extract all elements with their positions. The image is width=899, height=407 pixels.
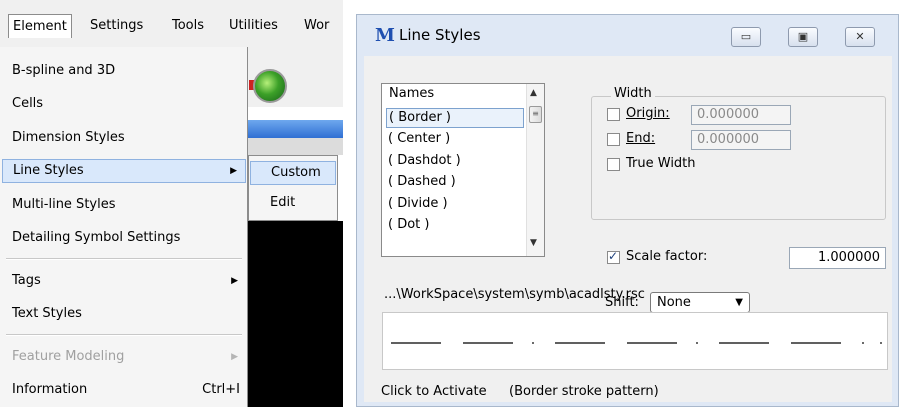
scroll-thumb[interactable]: ≡ — [529, 106, 542, 123]
menu-item-dimension-styles[interactable]: Dimension Styles — [2, 126, 246, 150]
list-item[interactable]: ( Dashed ) — [386, 172, 524, 192]
background-panel — [248, 138, 343, 155]
menu-item-information[interactable]: Information Ctrl+I — [2, 378, 246, 402]
scroll-up-icon[interactable]: ▲ — [530, 88, 537, 98]
submenu-arrow-icon: ▶ — [231, 352, 238, 362]
dropdown-arrow-icon: ▼ — [735, 297, 743, 308]
background-view-area — [248, 221, 343, 407]
dialog-title: Line Styles — [399, 26, 481, 44]
scale-factor-label: Scale factor: — [626, 249, 708, 264]
menu-item-detailing-symbol-settings[interactable]: Detailing Symbol Settings — [2, 226, 246, 250]
end-field[interactable]: 0.000000 — [691, 130, 791, 150]
submenu-item-custom[interactable]: Custom — [250, 161, 336, 185]
origin-checkbox[interactable] — [607, 108, 620, 121]
line-styles-dialog: M Line Styles ▭ ▣ ✕ Names ( Border ) ( C… — [356, 14, 899, 407]
names-listbox[interactable]: Names ( Border ) ( Center ) ( Dashdot ) … — [381, 83, 545, 257]
submenu-arrow-icon: ▶ — [230, 166, 237, 176]
menu-item-cells[interactable]: Cells — [2, 92, 246, 116]
menu-separator — [6, 334, 242, 336]
menu-element[interactable]: Element — [8, 14, 72, 38]
menu-item-feature-modeling: Feature Modeling ▶ — [2, 345, 246, 369]
microstation-app-icon: M — [375, 25, 395, 46]
list-item[interactable]: ( Center ) — [386, 129, 524, 149]
list-item[interactable]: ( Divide ) — [386, 194, 524, 214]
list-item[interactable]: ( Dashdot ) — [386, 151, 524, 171]
dialog-titlebar[interactable]: M Line Styles ▭ ▣ ✕ — [357, 15, 898, 55]
scale-factor-field[interactable]: 1.000000 — [789, 247, 886, 269]
scale-factor-checkbox[interactable] — [607, 249, 620, 264]
origin-label: Origin: — [626, 106, 670, 121]
status-description: (Border stroke pattern) — [509, 384, 659, 399]
end-checkbox[interactable] — [607, 133, 620, 146]
menu-item-bspline-3d[interactable]: B-spline and 3D — [2, 59, 246, 83]
list-item[interactable]: ( Border ) — [386, 108, 524, 128]
status-label: Click to Activate — [381, 384, 487, 399]
menu-item-line-styles[interactable]: Line Styles ▶ — [2, 159, 246, 183]
names-header: Names — [389, 86, 435, 101]
list-item[interactable]: ( Dot ) — [386, 215, 524, 235]
scroll-down-icon[interactable]: ▼ — [530, 238, 537, 248]
dialog-body: Names ( Border ) ( Center ) ( Dashdot ) … — [364, 56, 892, 402]
minimize-button[interactable]: ▭ — [731, 27, 761, 47]
background-titlebar — [248, 120, 343, 138]
true-width-label: True Width — [626, 156, 696, 171]
element-dropdown-menu: B-spline and 3D Cells Dimension Styles L… — [0, 47, 248, 407]
shortcut-label: Ctrl+I — [202, 382, 240, 397]
menubar: Element Settings Tools Utilities Wor — [0, 0, 343, 48]
file-path: ...\WorkSpace\system\symb\acadlsty.rsc — [384, 287, 645, 302]
submenu-arrow-icon: ▶ — [231, 276, 238, 286]
menu-workspace[interactable]: Wor — [300, 14, 333, 38]
green-globe-icon[interactable] — [253, 69, 287, 103]
shift-dropdown[interactable]: None ▼ — [650, 292, 750, 313]
end-label: End: — [626, 131, 656, 146]
preview-canvas — [391, 342, 882, 344]
menu-item-text-styles[interactable]: Text Styles — [2, 302, 246, 326]
menu-item-multiline-styles[interactable]: Multi-line Styles — [2, 193, 246, 217]
menu-utilities[interactable]: Utilities — [225, 14, 282, 38]
menu-settings[interactable]: Settings — [86, 14, 147, 38]
line-styles-submenu: Custom Edit — [248, 155, 338, 221]
width-legend: Width — [611, 86, 655, 101]
menu-tools[interactable]: Tools — [168, 14, 208, 38]
names-scrollbar[interactable]: ▲ ≡ ▼ — [526, 84, 544, 256]
submenu-item-edit[interactable]: Edit — [250, 191, 336, 215]
true-width-checkbox[interactable] — [607, 158, 620, 171]
line-style-preview[interactable] — [382, 312, 888, 370]
origin-field[interactable]: 0.000000 — [691, 105, 791, 125]
menu-separator — [6, 258, 242, 260]
close-button[interactable]: ✕ — [845, 27, 875, 47]
menu-item-tags[interactable]: Tags ▶ — [2, 269, 246, 293]
restore-button[interactable]: ▣ — [788, 27, 818, 47]
